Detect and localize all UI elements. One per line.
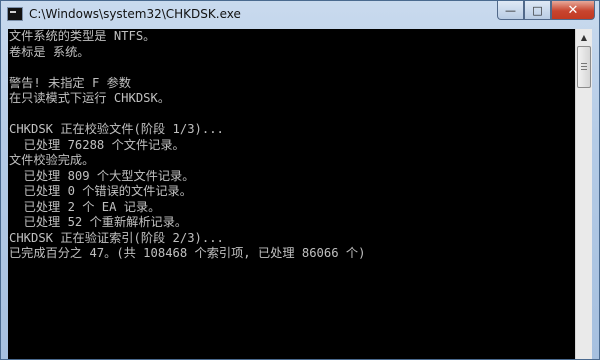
console-line: CHKDSK 正在校验文件(阶段 1/3)...: [9, 122, 224, 136]
console-line: 已处理 52 个重新解析记录。: [9, 215, 188, 229]
console-line: 已完成百分之 47。(共 108468 个索引项, 已处理 86066 个): [9, 246, 366, 260]
window-controls: — □ ✕: [497, 1, 595, 21]
window-title: C:\Windows\system32\CHKDSK.exe: [29, 7, 241, 21]
vertical-scrollbar[interactable]: ▲: [575, 29, 592, 359]
chevron-up-icon: ▲: [580, 33, 588, 42]
console-line: 已处理 76288 个文件记录。: [9, 137, 185, 152]
console-output[interactable]: 文件系统的类型是 NTFS。 卷标是 系统。 警告! 未指定 F 参数 在只读模…: [8, 29, 580, 359]
console-line: 已处理 2 个 EA 记录。: [9, 199, 161, 214]
maximize-button[interactable]: □: [524, 1, 551, 20]
scrollbar-thumb[interactable]: [577, 46, 591, 88]
console-line: 已处理 0 个错误的文件记录。: [9, 184, 192, 198]
close-button[interactable]: ✕: [551, 1, 595, 20]
console-line: 文件系统的类型是 NTFS。: [9, 29, 156, 43]
console-line: 文件校验完成。: [9, 153, 95, 167]
minimize-button[interactable]: —: [497, 1, 524, 20]
console-window: C:\Windows\system32\CHKDSK.exe — □ ✕ 文件系…: [0, 0, 600, 360]
console-line: 在只读模式下运行 CHKDSK。: [9, 91, 171, 105]
maximize-icon: □: [532, 3, 543, 17]
minimize-icon: —: [505, 3, 516, 17]
console-line: CHKDSK 正在验证索引(阶段 2/3)...: [9, 230, 224, 245]
console-line: 警告! 未指定 F 参数: [9, 75, 131, 90]
console-line: 已处理 809 个大型文件记录。: [9, 168, 195, 183]
console-client-area: 文件系统的类型是 NTFS。 卷标是 系统。 警告! 未指定 F 参数 在只读模…: [8, 29, 592, 359]
scroll-up-button[interactable]: ▲: [576, 29, 592, 46]
close-icon: ✕: [567, 2, 579, 18]
console-line: 卷标是 系统。: [9, 44, 90, 59]
title-bar[interactable]: C:\Windows\system32\CHKDSK.exe — □ ✕: [1, 1, 599, 27]
cmd-icon[interactable]: [7, 7, 23, 21]
